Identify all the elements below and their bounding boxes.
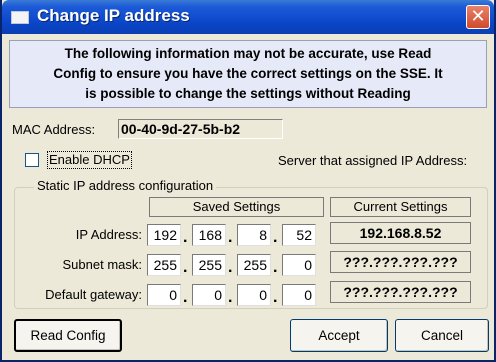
gateway-dot-1: .: [183, 289, 188, 306]
change-ip-dialog: Change IP address ✕ The following inform…: [0, 0, 496, 362]
window-app-icon: [11, 11, 29, 24]
ip-octet-4[interactable]: 52: [282, 224, 316, 246]
saved-settings-header: Saved Settings: [149, 197, 324, 217]
subnet-octet-3[interactable]: 255: [237, 254, 271, 276]
ip-dot-3: .: [273, 229, 278, 246]
ip-octet-1[interactable]: 192: [147, 224, 181, 246]
subnet-dot-3: .: [273, 259, 278, 276]
window-title: Change IP address: [37, 6, 190, 25]
subnet-octet-2[interactable]: 255: [192, 254, 226, 276]
ip-dot-1: .: [183, 229, 188, 246]
subnet-mask-label: Subnet mask:: [62, 257, 143, 272]
ip-octet-3[interactable]: 8: [237, 224, 271, 246]
current-default-gateway: ???.???.???.???: [330, 281, 471, 303]
gateway-octet-1[interactable]: 0: [147, 284, 181, 306]
ip-octet-2[interactable]: 168: [192, 224, 226, 246]
enable-dhcp-label[interactable]: Enable DHCP: [47, 151, 132, 169]
cancel-button[interactable]: Cancel: [395, 319, 489, 352]
mac-address-value: 00-40-9d-27-5b-b2: [118, 119, 283, 139]
ip-dot-2: .: [228, 229, 233, 246]
title-bar[interactable]: Change IP address ✕: [2, 0, 494, 34]
enable-dhcp-checkbox[interactable]: [25, 153, 39, 167]
subnet-dot-2: .: [228, 259, 233, 276]
read-config-button[interactable]: Read Config: [14, 319, 122, 352]
gateway-dot-2: .: [228, 289, 233, 306]
ip-address-label: IP Address:: [75, 227, 142, 242]
gateway-octet-3[interactable]: 0: [237, 284, 271, 306]
accept-button[interactable]: Accept: [290, 319, 388, 352]
default-gateway-label: Default gateway:: [45, 287, 142, 302]
subnet-octet-1[interactable]: 255: [147, 254, 181, 276]
static-ip-group-legend: Static IP address configuration: [34, 178, 217, 193]
gateway-dot-3: .: [273, 289, 278, 306]
notice-line-1: The following information may not be acc…: [64, 46, 432, 61]
warning-notice: The following information may not be acc…: [9, 40, 487, 108]
gateway-octet-4[interactable]: 0: [282, 284, 316, 306]
close-icon[interactable]: ✕: [466, 5, 490, 29]
current-ip-address: 192.168.8.52: [330, 222, 471, 244]
gateway-octet-2[interactable]: 0: [192, 284, 226, 306]
server-assigned-ip-label: Server that assigned IP Address:: [278, 153, 468, 168]
current-subnet-mask: ???.???.???.???: [330, 251, 471, 273]
mac-address-label: MAC Address:: [12, 122, 96, 137]
subnet-dot-1: .: [183, 259, 188, 276]
subnet-octet-4[interactable]: 0: [282, 254, 316, 276]
notice-line-3: is possible to change the settings witho…: [85, 86, 411, 101]
current-settings-header: Current Settings: [330, 197, 471, 217]
notice-line-2: Config to ensure you have the correct se…: [53, 66, 443, 81]
